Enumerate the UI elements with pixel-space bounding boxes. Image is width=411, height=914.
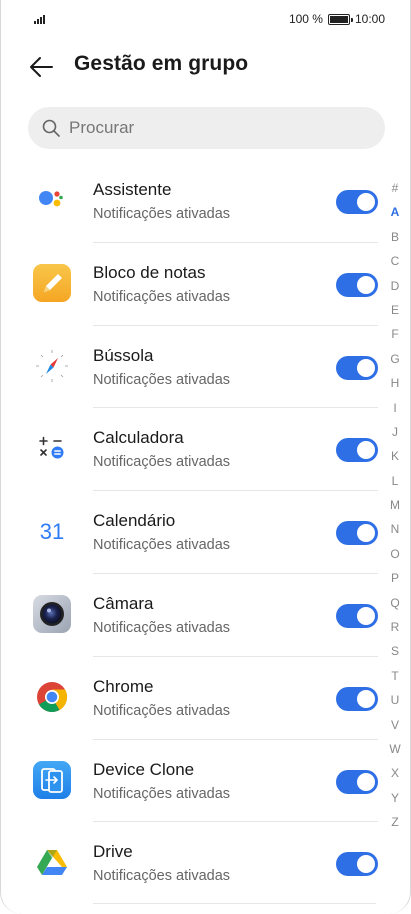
toggle-knob [357,275,375,294]
toggle-knob [357,606,375,625]
index-letter[interactable]: Y [391,788,399,812]
list-item[interactable]: Device Clone Notificações ativadas [1,740,410,823]
index-letter[interactable]: # [392,178,399,202]
clock: 10:00 [354,12,385,26]
index-letter[interactable]: Q [390,593,399,617]
list-item[interactable]: Câmara Notificações ativadas [1,574,410,657]
battery-icon [327,13,353,25]
app-name: Bloco de notas [93,262,206,282]
index-letter[interactable]: Z [391,812,398,836]
index-letter[interactable]: X [391,763,399,787]
index-letter[interactable]: T [391,666,398,690]
search-icon [42,119,60,137]
index-letter[interactable]: N [391,519,400,543]
google-assistant-icon [32,180,72,220]
notification-toggle[interactable] [336,438,378,463]
notification-status: Notificações ativadas [93,868,231,885]
chrome-icon [32,677,72,717]
index-letter[interactable]: E [391,300,399,324]
toggle-knob [357,772,375,791]
index-letter[interactable]: P [391,568,399,592]
page-title: Gestão em grupo [74,52,249,75]
toggle-knob [357,358,375,377]
list-item[interactable]: Bloco de notas Notificações ativadas [1,243,410,326]
index-letter[interactable]: A [391,202,400,226]
toggle-knob [357,855,375,874]
notification-status: Notificações ativadas [93,619,231,636]
list-item[interactable]: Assistente Notificações ativadas [1,160,410,243]
index-letter[interactable]: V [391,715,399,739]
notification-status: Notificações ativadas [93,702,231,719]
back-button[interactable] [23,49,59,85]
index-letter[interactable]: L [392,471,399,495]
status-bar: 100 % 10:00 [1,0,410,40]
app-name: Chrome [93,676,154,696]
app-name: Drive [93,842,133,862]
notification-toggle[interactable] [336,852,378,877]
notification-status: Notificações ativadas [93,454,231,471]
index-letter[interactable]: G [390,349,399,373]
index-letter[interactable]: B [391,227,399,251]
google-drive-icon [32,842,72,882]
toggle-knob [357,524,375,543]
alphabet-index[interactable]: # A B C D E F G H I J K L M N O P Q R S T U V W X Y Z [387,178,403,837]
notification-toggle[interactable] [336,686,378,711]
notification-status: Notificações ativadas [93,206,231,222]
notification-toggle[interactable] [336,521,378,546]
notification-toggle[interactable] [336,272,378,297]
notification-status: Notificações ativadas [93,288,231,305]
index-letter[interactable]: F [391,324,398,348]
app-bar: Gestão em grupo [1,40,410,94]
notification-toggle[interactable] [336,769,378,794]
device-clone-icon [32,760,72,800]
camera-icon [32,594,72,634]
index-letter[interactable]: W [389,739,400,763]
toggle-knob [357,193,375,211]
app-name: Device Clone [93,759,195,779]
app-name: Assistente [93,180,172,199]
notification-status: Notificações ativadas [93,371,231,388]
index-letter[interactable]: O [390,544,399,568]
battery-percent: 100 % [288,12,323,26]
index-letter[interactable]: D [391,276,400,300]
toggle-knob [357,689,375,708]
notepad-icon [32,263,72,303]
index-letter[interactable]: K [391,446,399,470]
index-letter[interactable]: H [391,373,400,397]
app-name: Câmara [93,593,154,613]
list-item[interactable]: Calculadora Notificações ativadas [1,408,410,492]
app-name: Calculadora [93,428,184,448]
search-input[interactable] [69,107,369,149]
app-name: Bússola [93,345,154,365]
status-right: 100 % 10:00 [289,12,385,26]
index-letter[interactable]: R [391,617,400,641]
divider [93,903,376,904]
app-list: Assistente Notificações ativadas Bloco de … [1,160,410,905]
list-item[interactable]: 31 Calendário Notificações ativadas [1,491,410,574]
screen: 100 % 10:00 Gestão em grupo Assistente No… [0,0,411,914]
app-name: Calendário [93,511,176,531]
notification-status: Notificações ativadas [93,537,231,554]
index-letter[interactable]: J [392,422,398,446]
index-letter[interactable]: M [390,495,400,519]
notification-toggle[interactable] [336,603,378,628]
notification-toggle[interactable] [336,355,378,380]
list-item[interactable]: Bússola Notificações ativadas [1,326,410,409]
index-letter[interactable]: S [391,641,399,665]
calculator-icon [32,428,72,468]
notification-status: Notificações ativadas [93,785,231,802]
toggle-knob [357,441,375,460]
list-item[interactable]: Drive Notificações ativadas [1,822,410,905]
index-letter[interactable]: U [391,690,400,714]
notification-toggle[interactable] [336,190,378,214]
index-letter[interactable]: I [393,398,396,422]
calendar-icon: 31 [32,511,72,551]
search-bar[interactable] [28,107,385,149]
list-item[interactable]: Chrome Notificações ativadas [1,657,410,740]
compass-icon [32,346,72,386]
index-letter[interactable]: C [391,251,400,275]
signal-icon [34,14,45,24]
arrow-left-icon [30,57,53,77]
calendar-icon-day: 31 [40,519,64,544]
